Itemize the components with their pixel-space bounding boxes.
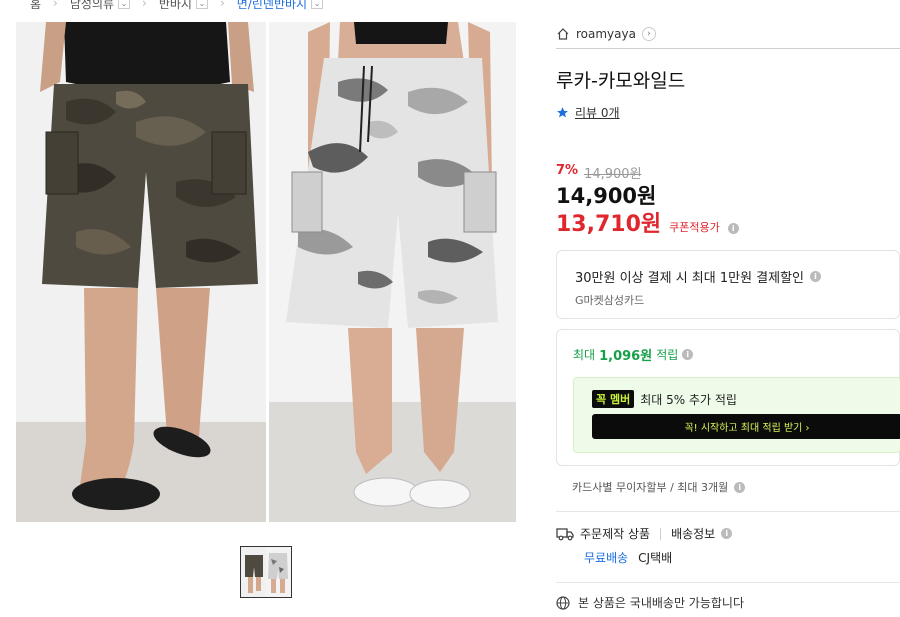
review-count[interactable]: 리뷰 0개 [575,104,620,121]
product-main-image[interactable] [16,22,516,522]
membership-row: 꼭 멤버 최대 5% 추가 적립 [592,390,737,408]
info-icon[interactable]: i [721,528,733,539]
separator [660,527,662,540]
domestic-note-text: 본 상품은 국내배송만 가능합니다 [578,596,745,610]
product-thumbnail[interactable] [240,546,292,598]
membership-promo: 꼭 멤버 최대 5% 추가 적립 꼭! 시작하고 최대 적립 받기 › [573,377,900,453]
card-discount-box: 30만원 이상 결제 시 최대 1만원 결제할인 i G마켓삼성카드 [556,250,900,319]
shipping-type: 주문제작 상품 [580,527,651,541]
chevron-down-icon[interactable]: ⌄ [118,0,131,9]
shipping-details: 무료배송 CJ택배 [584,549,672,566]
card-discount-text: 30만원 이상 결제 시 최대 1만원 결제할인 [575,271,805,286]
store-link[interactable]: roamyaya › [556,24,656,44]
info-icon[interactable]: i [682,349,694,360]
chevron-down-icon[interactable]: ⌄ [195,0,208,9]
info-icon[interactable]: i [734,481,746,493]
points-summary: 최대 1,096원 적립 i [573,345,694,364]
breadcrumb-home[interactable]: 홈 [30,0,41,12]
thumbnail-illustration [241,547,291,597]
chevron-right-icon[interactable]: › [641,27,656,41]
domestic-shipping-note: 본 상품은 국내배송만 가능합니다 [556,594,744,611]
installment-text: 카드사별 무이자할부 / 최대 3개월 [572,481,729,494]
gray-camo-shorts-illustration [286,22,498,509]
photo-divider [266,22,269,522]
info-icon[interactable]: i [810,271,822,282]
house-icon [557,28,569,40]
breadcrumb-label[interactable]: 남성의류 [70,0,114,12]
points-suffix: 적립 [656,348,679,362]
breadcrumb-shorts[interactable]: 반바지 ⌄ [159,0,208,12]
star-icon [557,107,568,118]
membership-text: 최대 5% 추가 적립 [640,392,737,407]
card-discount-title: 30만원 이상 결제 시 최대 1만원 결제할인 i [575,267,822,286]
product-info-panel: roamyaya › 루카-카모와일드 리뷰 0개 7% 14,900원 14,… [556,0,900,617]
membership-badge: 꼭 멤버 [592,390,635,408]
free-shipping: 무료배송 [584,551,629,565]
breadcrumb-cotton-linen-shorts[interactable]: 면/린넨반바지 ⌄ [237,0,324,12]
divider [556,582,900,583]
membership-start-button[interactable]: 꼭! 시작하고 최대 적립 받기 › [592,414,900,439]
divider [556,48,900,49]
divider [556,511,900,512]
breadcrumb-label[interactable]: 면/린넨반바지 [237,0,307,12]
product-title: 루카-카모와일드 [556,70,686,92]
chevron-down-icon[interactable]: ⌄ [311,0,324,9]
coupon-price-row: 13,710원 쿠폰적용가 i [556,206,739,238]
points-amount: 1,096원 [599,349,653,364]
store-name[interactable]: roamyaya [576,27,636,41]
points-prefix: 최대 [573,348,596,362]
product-photo-gray-camo [268,22,516,522]
shipping-info-label[interactable]: 배송정보 [671,525,715,542]
breadcrumb-separator: › [53,0,58,10]
carrier-name: CJ택배 [638,551,673,565]
breadcrumb-separator: › [219,0,225,10]
breadcrumb-label[interactable]: 반바지 [159,0,192,12]
dark-camo-shorts-illustration [40,22,258,510]
info-icon[interactable]: i [727,223,739,234]
breadcrumb-label[interactable]: 홈 [30,0,41,12]
breadcrumb-mens-clothing[interactable]: 남성의류 ⌄ [70,0,131,12]
coupon-price: 13,710원 [556,212,662,237]
truck-icon [556,527,574,540]
points-box: 최대 1,096원 적립 i 꼭 멤버 최대 5% 추가 적립 꼭! 시작하고 … [556,329,900,466]
globe-icon [556,595,570,610]
review-link[interactable]: 리뷰 0개 [556,104,620,121]
breadcrumb-separator: › [142,0,147,10]
card-name: G마켓삼성카드 [575,294,645,307]
breadcrumb: 홈 › 남성의류 ⌄ › 반바지 ⌄ › 면/린넨반바지 ⌄ [30,0,324,12]
shipping-row: 주문제작 상품 배송정보 i [556,525,733,542]
coupon-label: 쿠폰적용가 [669,221,720,234]
product-photo-dark-camo [16,22,268,522]
installment-info: 카드사별 무이자할부 / 최대 3개월 i [572,479,746,495]
